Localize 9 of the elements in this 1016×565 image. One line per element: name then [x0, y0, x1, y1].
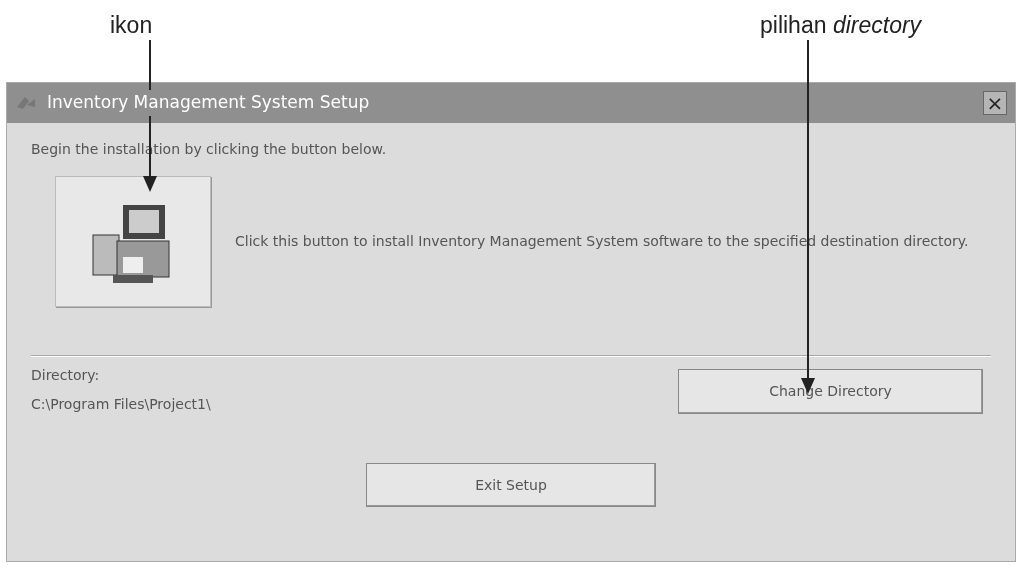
annotation-label: ikon [110, 11, 153, 40]
install-button[interactable] [55, 176, 211, 307]
change-directory-button[interactable]: Change Directory [678, 369, 983, 414]
exit-setup-button[interactable]: Exit Setup [366, 463, 656, 507]
window-title: Inventory Management System Setup [45, 90, 372, 116]
annotation-label: pilihan directory [760, 11, 922, 40]
close-button[interactable]: × [983, 91, 1007, 115]
directory-path: C:\Program Files\Project1\ [31, 395, 212, 414]
directory-label: Directory: [31, 366, 101, 385]
